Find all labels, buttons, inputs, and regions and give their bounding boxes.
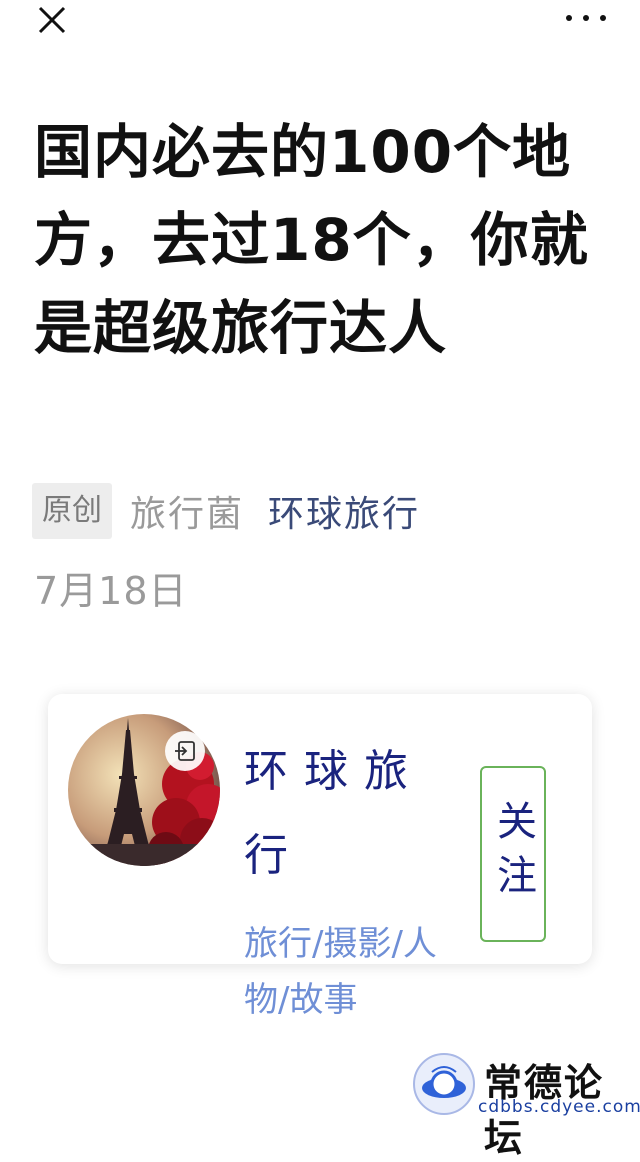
account-link[interactable]: 环球旅行 — [268, 485, 420, 537]
account-description: 旅行/摄影/人物/故事 — [244, 924, 437, 1020]
more-icon-dot — [583, 15, 589, 21]
account-name[interactable]: 环球旅行 — [244, 730, 454, 898]
close-icon[interactable] — [34, 2, 70, 38]
more-options-button[interactable] — [566, 8, 606, 28]
more-icon-dot — [600, 15, 606, 21]
publish-date: 7月18日 — [34, 569, 188, 613]
more-icon-dot — [566, 15, 572, 21]
login-icon[interactable] — [165, 731, 205, 771]
watermark-logo-icon — [413, 1053, 475, 1115]
follow-button[interactable]: 关注 — [480, 766, 546, 942]
watermark-url: cdbbs.cdyee.com — [478, 1097, 640, 1117]
profile-card[interactable]: 环球旅行 旅行/摄影/人物/故事 关注 — [48, 694, 592, 1020]
author-name: 旅行菌 — [130, 494, 245, 535]
article-title: 国内必去的100个地方，去过18个，你就是超级旅行达人 — [34, 118, 589, 362]
article-meta: 原创 旅行菌 环球旅行 — [32, 483, 420, 539]
original-badge: 原创 — [32, 483, 112, 539]
